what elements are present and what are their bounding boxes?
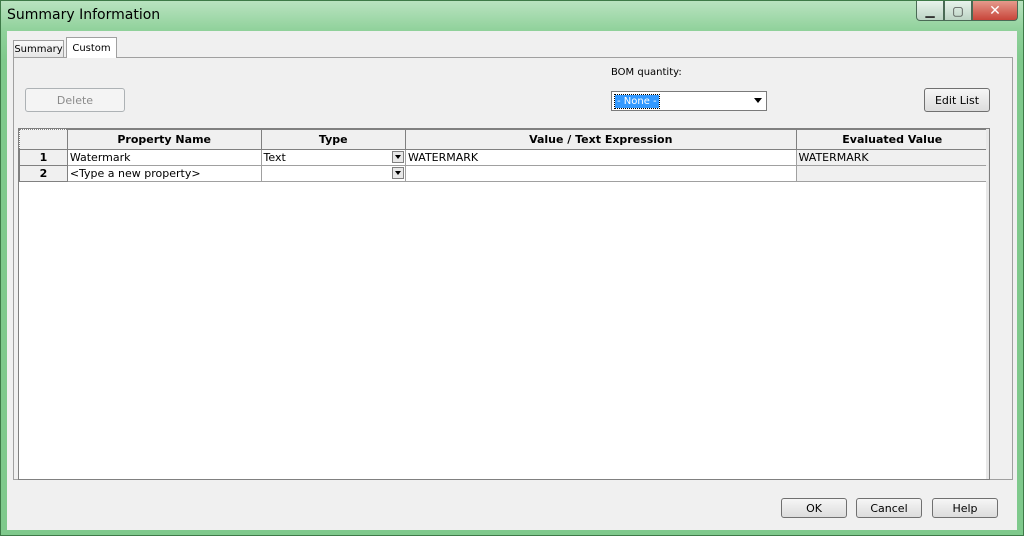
- maximize-button[interactable]: ▢: [944, 1, 972, 21]
- table-row: 1 Watermark Text WATERMARK WATERMARK: [19, 149, 990, 166]
- close-button[interactable]: ✕: [972, 1, 1018, 21]
- dialog-client: Summary Custom Delete BOM quantity: - No…: [7, 31, 1017, 530]
- table-row: 2 <Type a new property>: [19, 165, 990, 182]
- custom-panel: Delete BOM quantity: - None - Edit List …: [13, 57, 1013, 480]
- evaluated-value-cell: WATERMARK: [795, 149, 990, 166]
- column-header-evaluated-value[interactable]: Evaluated Value: [795, 129, 990, 150]
- dropdown-arrow-icon[interactable]: [392, 167, 404, 179]
- minimize-icon: ▁: [925, 3, 935, 18]
- help-button[interactable]: Help: [932, 498, 998, 518]
- bom-quantity-value: - None -: [614, 94, 660, 109]
- type-value: Text: [263, 151, 286, 164]
- cancel-button[interactable]: Cancel: [856, 498, 922, 518]
- dropdown-arrow-icon[interactable]: [392, 151, 404, 163]
- bom-quantity-select[interactable]: - None -: [611, 91, 767, 111]
- table-header-row: Property Name Type Value / Text Expressi…: [19, 129, 990, 150]
- bom-quantity-label: BOM quantity:: [611, 67, 682, 78]
- properties-grid[interactable]: Property Name Type Value / Text Expressi…: [18, 128, 990, 480]
- column-header-type[interactable]: Type: [260, 129, 407, 150]
- property-name-cell[interactable]: <Type a new property>: [66, 165, 262, 182]
- minimize-button[interactable]: ▁: [916, 1, 944, 21]
- delete-button[interactable]: Delete: [25, 88, 125, 112]
- chevron-down-icon: [754, 98, 762, 103]
- row-number[interactable]: 1: [19, 149, 68, 166]
- dialog-window: Summary Information ▁ ▢ ✕ Summary Custom…: [0, 0, 1024, 536]
- column-header-value[interactable]: Value / Text Expression: [405, 129, 797, 150]
- corner-header[interactable]: [19, 129, 68, 150]
- tab-summary[interactable]: Summary: [13, 40, 64, 57]
- title-bar[interactable]: Summary Information ▁ ▢ ✕: [1, 1, 1023, 31]
- property-name-cell[interactable]: Watermark: [66, 149, 262, 166]
- column-header-property-name[interactable]: Property Name: [66, 129, 262, 150]
- ok-button[interactable]: OK: [781, 498, 847, 518]
- maximize-icon: ▢: [952, 3, 964, 18]
- type-cell[interactable]: [260, 165, 407, 182]
- type-cell[interactable]: Text: [260, 149, 407, 166]
- grid-scroll-edge: [986, 129, 989, 479]
- edit-list-button[interactable]: Edit List: [924, 88, 990, 112]
- tab-custom[interactable]: Custom: [66, 37, 117, 58]
- properties-table: Property Name Type Value / Text Expressi…: [19, 129, 990, 182]
- evaluated-value-cell: [795, 165, 990, 182]
- value-cell[interactable]: WATERMARK: [405, 149, 797, 166]
- window-title: Summary Information: [7, 7, 161, 23]
- close-icon: ✕: [989, 2, 1001, 19]
- row-number[interactable]: 2: [19, 165, 68, 182]
- value-cell[interactable]: [405, 165, 797, 182]
